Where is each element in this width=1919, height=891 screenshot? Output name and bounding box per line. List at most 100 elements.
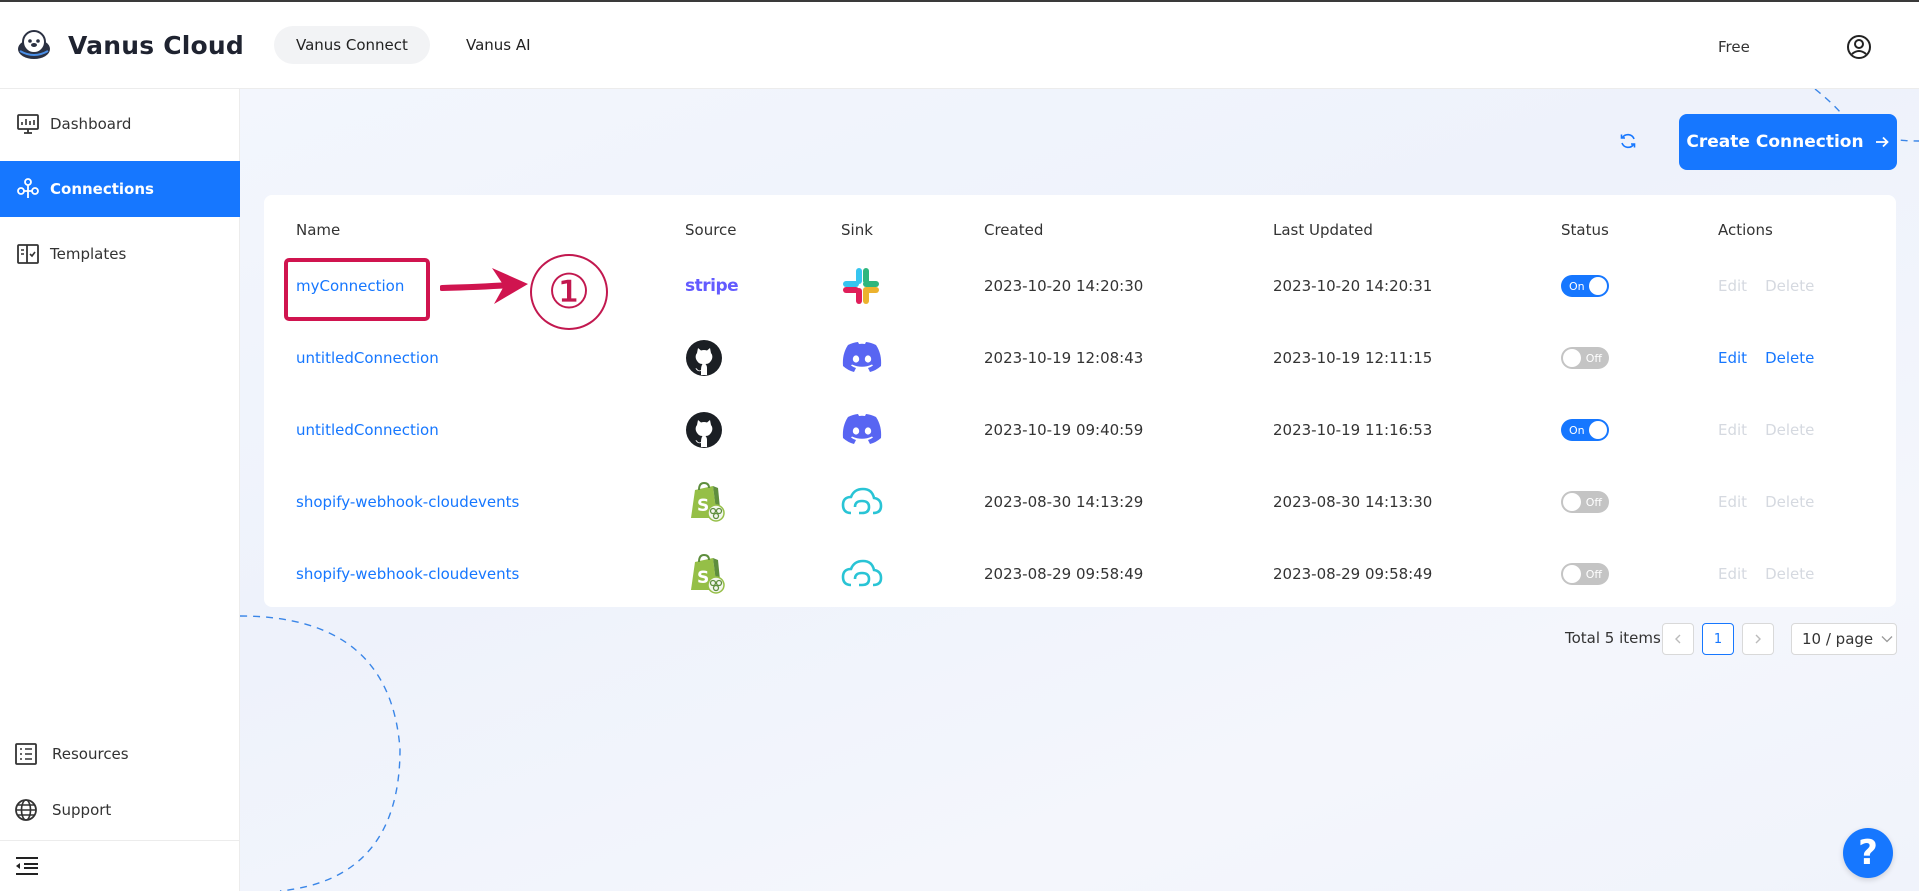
connection-name-link[interactable]: untitledConnection (296, 421, 439, 439)
delete-button[interactable]: Delete (1765, 493, 1814, 511)
shopify-logo-icon: S (691, 481, 725, 522)
sidebar-item-label: Dashboard (50, 115, 132, 133)
created-date: 2023-10-19 12:08:43 (984, 349, 1144, 367)
pagination-prev-button[interactable] (1662, 623, 1694, 655)
pagination-page-1[interactable]: 1 (1702, 623, 1734, 655)
sidebar-item-label: Templates (50, 245, 127, 263)
sidebar-collapse-button[interactable] (0, 840, 240, 891)
globe-icon (15, 799, 37, 821)
column-header-sink[interactable]: Sink (841, 221, 873, 239)
annotation-step-number: ① (530, 254, 608, 330)
delete-button[interactable]: Delete (1765, 421, 1814, 439)
edit-button[interactable]: Edit (1718, 493, 1747, 511)
edit-button[interactable]: Edit (1718, 565, 1747, 583)
column-header-source[interactable]: Source (685, 221, 737, 239)
arrow-right-icon (1875, 136, 1889, 148)
discord-logo-icon (842, 342, 882, 372)
status-toggle-label: On (1569, 279, 1585, 293)
status-toggle-label: Off (1585, 351, 1602, 365)
sidebar-item-connections[interactable]: Connections (0, 161, 240, 217)
shopify-logo-icon: S (691, 553, 725, 594)
page-size-select[interactable]: 10 / page (1791, 623, 1897, 655)
github-logo-icon (686, 340, 722, 376)
templates-icon (17, 244, 39, 264)
table-row: shopify-webhook-cloudevents S (264, 466, 1896, 538)
brand-name: Vanus Cloud (68, 30, 245, 60)
status-toggle[interactable]: On (1561, 275, 1609, 297)
status-toggle-label: Off (1585, 567, 1602, 581)
connection-name-link[interactable]: shopify-webhook-cloudevents (296, 493, 519, 511)
connections-icon (17, 178, 39, 198)
sidebar-item-dashboard[interactable]: Dashboard (0, 96, 240, 152)
delete-button[interactable]: Delete (1765, 565, 1814, 583)
status-toggle[interactable]: Off (1561, 347, 1609, 369)
status-toggle[interactable]: Off (1561, 563, 1609, 585)
column-header-last-updated[interactable]: Last Updated (1273, 221, 1373, 239)
plan-badge[interactable]: Free (1718, 38, 1750, 56)
page-size-value: 10 / page (1802, 630, 1874, 648)
status-toggle-label: Off (1585, 495, 1602, 509)
sidebar-item-label: Support (52, 801, 112, 819)
column-header-created[interactable]: Created (984, 221, 1043, 239)
user-avatar-icon[interactable] (1846, 34, 1872, 60)
tab-vanus-connect[interactable]: Vanus Connect (274, 26, 430, 64)
chevron-down-icon (1881, 636, 1893, 643)
github-logo-icon (686, 412, 722, 448)
status-toggle[interactable]: Off (1561, 491, 1609, 513)
updated-date: 2023-10-20 14:20:31 (1273, 277, 1433, 295)
tab-vanus-ai[interactable]: Vanus AI (444, 26, 553, 64)
chevron-right-icon (1755, 634, 1761, 644)
column-header-status[interactable]: Status (1561, 221, 1609, 239)
sidebar-item-templates[interactable]: Templates (0, 226, 240, 282)
connection-name-link[interactable]: untitledConnection (296, 349, 439, 367)
delete-button[interactable]: Delete (1765, 277, 1814, 295)
annotation-highlight-box (284, 258, 430, 321)
created-date: 2023-10-20 14:20:30 (984, 277, 1144, 295)
cloudevents-logo-icon (841, 559, 883, 587)
refresh-icon (1620, 133, 1636, 149)
chevron-left-icon (1675, 634, 1681, 644)
updated-date: 2023-08-29 09:58:49 (1273, 565, 1433, 583)
monitor-icon (17, 114, 39, 134)
sidebar-item-label: Connections (50, 180, 154, 198)
resources-icon (15, 743, 37, 765)
created-date: 2023-08-29 09:58:49 (984, 565, 1144, 583)
edit-button[interactable]: Edit (1718, 349, 1747, 367)
app-header: Vanus Cloud Vanus Connect Vanus AI Free (0, 2, 1919, 89)
otter-logo-icon (18, 30, 50, 59)
table-row: untitledConnection 2023-10-19 09:40:59 2… (264, 394, 1896, 466)
created-date: 2023-08-30 14:13:29 (984, 493, 1144, 511)
updated-date: 2023-10-19 11:16:53 (1273, 421, 1433, 439)
pagination-total: Total 5 items (1565, 629, 1661, 647)
column-header-actions[interactable]: Actions (1718, 221, 1773, 239)
connection-name-link[interactable]: shopify-webhook-cloudevents (296, 565, 519, 583)
pagination-next-button[interactable] (1742, 623, 1774, 655)
column-header-name[interactable]: Name (296, 221, 340, 239)
edit-button[interactable]: Edit (1718, 421, 1747, 439)
help-button[interactable]: ? (1843, 828, 1893, 878)
collapse-menu-icon (16, 857, 38, 875)
updated-date: 2023-10-19 12:11:15 (1273, 349, 1433, 367)
brand[interactable]: Vanus Cloud (16, 27, 244, 63)
updated-date: 2023-08-30 14:13:30 (1273, 493, 1433, 511)
delete-button[interactable]: Delete (1765, 349, 1814, 367)
table-row: shopify-webhook-cloudevents S (264, 538, 1896, 610)
edit-button[interactable]: Edit (1718, 277, 1747, 295)
table-row: untitledConnection 2023-10-19 12:08:43 2… (264, 322, 1896, 394)
status-toggle-label: On (1569, 423, 1585, 437)
create-connection-button[interactable]: Create Connection (1679, 114, 1897, 170)
sidebar-item-label: Resources (52, 745, 129, 763)
discord-logo-icon (842, 414, 882, 444)
status-toggle[interactable]: On (1561, 419, 1609, 441)
connections-table: Name Source Sink Created Last Updated St… (264, 195, 1896, 607)
created-date: 2023-10-19 09:40:59 (984, 421, 1144, 439)
annotation-arrow-icon (440, 268, 528, 304)
sidebar-item-support[interactable]: Support (0, 782, 240, 838)
refresh-button[interactable] (1600, 113, 1656, 169)
slack-logo-icon (843, 268, 879, 304)
main-content: Create Connection Name Source Sink Creat… (240, 89, 1919, 891)
create-connection-label: Create Connection (1686, 132, 1864, 152)
sidebar-item-resources[interactable]: Resources (0, 726, 240, 782)
stripe-logo-icon: stripe (685, 276, 739, 296)
sidebar: Dashboard Connections Templates Resource… (0, 89, 240, 891)
